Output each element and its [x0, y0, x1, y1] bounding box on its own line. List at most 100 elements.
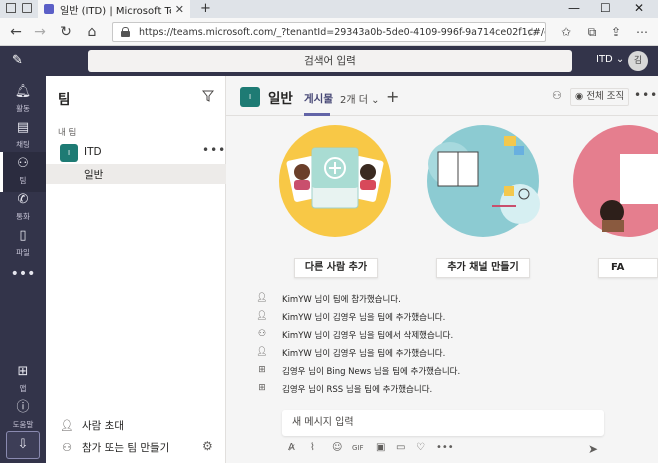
people-icon[interactable]: ⚇	[552, 89, 562, 102]
message-input[interactable]: 새 메시지 입력	[282, 410, 604, 436]
rail-item-files[interactable]: ▯ 파일	[0, 224, 46, 264]
rail-label: 도움말	[12, 420, 34, 429]
join-create-team-button[interactable]: ⚇ 참가 또는 팀 만들기	[60, 440, 169, 455]
rail-item-activity[interactable]: 🔔︎ 활동	[0, 80, 46, 120]
section-label: 내 팀	[58, 128, 77, 138]
rail-item-calls[interactable]: ✆ 통화	[0, 188, 46, 228]
url-text: https://teams.microsoft.com/_?tenantId=2…	[139, 26, 545, 38]
activity-item: ⊞ 김영우 님이 RSS 님을 팀에 추가했습니다.	[256, 382, 636, 398]
maximize-button[interactable]: ☐	[600, 1, 611, 15]
lock-icon	[121, 27, 130, 37]
team-item-itd[interactable]: I ITD •••	[46, 142, 226, 164]
channel-item-general[interactable]: 일반	[46, 164, 226, 184]
app-add-icon: ⊞	[258, 383, 266, 393]
more-options-icon[interactable]: •••	[634, 88, 658, 102]
meet-icon[interactable]: ▭	[396, 442, 405, 453]
send-icon[interactable]: ➤	[588, 442, 598, 456]
tab-more[interactable]: 2개 더 ⌄	[340, 91, 380, 106]
channel-name: 일반	[84, 169, 104, 181]
teams-icon: ⚇	[17, 156, 29, 171]
faq-illustration	[573, 125, 658, 237]
more-options-icon[interactable]: •••	[202, 143, 226, 157]
org-switcher[interactable]: ITD ⌄	[596, 54, 624, 65]
address-bar[interactable]: https://teams.microsoft.com/_?tenantId=2…	[112, 22, 546, 42]
more-options-icon[interactable]: •••	[436, 442, 454, 453]
team-avatar: I	[60, 144, 78, 162]
teams-top-bar: ✎ 검색어 입력 ITD ⌄ 김	[0, 46, 658, 76]
gear-icon[interactable]: ⚙	[202, 439, 213, 453]
rail-item-teams[interactable]: ⚇ 팀	[0, 152, 46, 192]
invite-people-button[interactable]: 👤︎ 사람 초대	[60, 418, 124, 433]
activity-item: 👤︎ KimYW 님이 김영우 님을 팀에 추가했습니다.	[256, 310, 636, 326]
phone-icon: ✆	[17, 192, 29, 207]
faq-button[interactable]: FA	[598, 258, 658, 278]
window-close-button[interactable]: ✕	[634, 1, 644, 15]
org-view-label: 전체 조직	[586, 91, 625, 102]
tab-title: 일반 (ITD) | Microsoft Te	[60, 5, 171, 17]
activity-text: KimYW 님이 팀에 참가했습니다.	[282, 295, 401, 305]
activity-text: KimYW 님이 김영우 님을 팀에 추가했습니다.	[282, 349, 446, 359]
browser-toolbar: ← → ↻ ⌂ https://teams.microsoft.com/_?te…	[0, 18, 658, 46]
back-icon[interactable]: ←	[8, 24, 24, 40]
more-apps-icon[interactable]: •••	[0, 266, 46, 282]
activity-text: KimYW 님이 김영우 님을 팀에서 삭제했습니다.	[282, 331, 454, 341]
forward-icon[interactable]: →	[32, 24, 48, 40]
window-icon[interactable]	[6, 3, 16, 13]
share-icon[interactable]: ⇪	[608, 24, 624, 40]
home-icon[interactable]: ⌂	[84, 24, 100, 40]
activity-item: 👤︎ KimYW 님이 김영우 님을 팀에 추가했습니다.	[256, 346, 636, 362]
conversation-area: I 일반 게시물 2개 더 ⌄ + ⚇ ◉ 전체 조직 ••• 다른 사람 추가…	[226, 76, 658, 463]
join-create-label: 참가 또는 팀 만들기	[82, 442, 170, 454]
person-add-icon: 👤︎	[256, 347, 268, 357]
tab-posts[interactable]: 게시물	[304, 91, 333, 106]
compose-icon[interactable]: ✎	[12, 54, 26, 68]
favorites-icon[interactable]: ✩	[558, 24, 574, 40]
org-view-button[interactable]: ◉ 전체 조직	[570, 88, 630, 106]
team-name: ITD	[84, 146, 102, 158]
create-channel-button[interactable]: 추가 채널 만들기	[436, 258, 530, 278]
minimize-button[interactable]: —	[568, 1, 580, 15]
add-people-button[interactable]: 다른 사람 추가	[294, 258, 378, 278]
eye-icon: ◉	[575, 91, 587, 102]
browser-tab-strip: 일반 (ITD) | Microsoft Te ✕ + — ☐ ✕	[0, 0, 658, 18]
person-add-icon: 👤︎	[256, 293, 268, 303]
rail-label: 활동	[16, 104, 30, 113]
attach-icon[interactable]: ⌇	[310, 442, 315, 453]
rail-label: 파일	[16, 248, 30, 257]
download-app-icon[interactable]: ⇩	[6, 431, 40, 459]
format-icon[interactable]: A̷	[288, 442, 295, 453]
app-rail: 🔔︎ 활동 ▤ 채팅 ⚇ 팀 ✆ 통화 ▯ 파일 ••• ⊞ 앱 ⓘ 도움말 ⇩	[0, 76, 46, 463]
rail-label: 앱	[19, 384, 27, 393]
rail-label: 팀	[19, 176, 27, 185]
activity-item: ⊞ 김영우 님이 Bing News 님을 팀에 추가했습니다.	[256, 364, 636, 380]
browser-menu-icon[interactable]: ⋯	[634, 24, 650, 40]
tab-active-indicator	[304, 113, 330, 116]
invite-label: 사람 초대	[82, 420, 124, 432]
team-avatar: I	[240, 87, 260, 107]
help-icon: ⓘ	[16, 400, 30, 415]
person-add-icon: 👤︎	[60, 419, 74, 432]
tab-actions-icon[interactable]	[22, 3, 32, 13]
collections-icon[interactable]: ⧉	[584, 24, 600, 40]
bell-icon: 🔔︎	[14, 84, 32, 99]
channel-header: I 일반 게시물 2개 더 ⌄ + ⚇ ◉ 전체 조직 •••	[226, 76, 658, 116]
gif-icon[interactable]: GIF	[352, 444, 364, 452]
rail-item-chat[interactable]: ▤ 채팅	[0, 116, 46, 156]
browser-tab[interactable]: 일반 (ITD) | Microsoft Te ✕	[38, 0, 190, 18]
sticker-icon[interactable]: ▣	[376, 442, 385, 453]
add-people-illustration	[279, 125, 391, 237]
rail-item-apps[interactable]: ⊞ 앱	[0, 360, 46, 400]
emoji-icon[interactable]: ☺	[332, 442, 342, 453]
search-input[interactable]: 검색어 입력	[88, 50, 572, 72]
praise-icon[interactable]: ♡	[416, 442, 425, 453]
tab-close-icon[interactable]: ✕	[175, 3, 184, 16]
activity-item: 👤︎ KimYW 님이 팀에 참가했습니다.	[256, 292, 636, 308]
filter-icon[interactable]	[202, 90, 214, 102]
rail-item-help[interactable]: ⓘ 도움말	[0, 396, 46, 436]
new-tab-button[interactable]: +	[200, 1, 211, 16]
avatar[interactable]: 김	[628, 51, 648, 71]
favorite-star-icon[interactable]: ☆	[524, 24, 540, 40]
add-tab-icon[interactable]: +	[386, 87, 399, 106]
refresh-icon[interactable]: ↻	[58, 24, 74, 40]
rail-label: 통화	[16, 212, 30, 221]
